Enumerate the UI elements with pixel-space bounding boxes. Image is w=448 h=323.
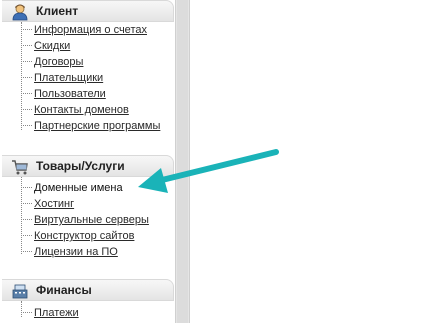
annotation-arrow	[138, 149, 279, 193]
arrow-shaft	[155, 149, 279, 184]
arrow-head	[138, 168, 168, 193]
